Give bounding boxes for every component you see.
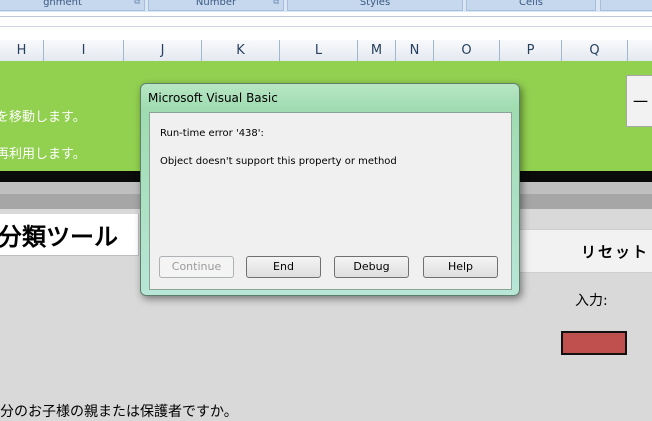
- ribbon-group-bar: gnment ⧉ Number ⧉ Styles Cells: [0, 0, 652, 12]
- vba-error-dialog: Microsoft Visual Basic Run-time error '4…: [140, 83, 520, 296]
- column-header-l[interactable]: L: [280, 40, 358, 61]
- debug-button[interactable]: Debug: [334, 256, 409, 278]
- continue-button: Continue: [159, 256, 234, 278]
- ribbon-group-cells[interactable]: Cells: [466, 0, 596, 11]
- dialog-body: Run-time error '438': Object doesn't sup…: [149, 112, 512, 290]
- dialog-title: Microsoft Visual Basic: [148, 91, 278, 105]
- dialog-launcher-icon[interactable]: ⧉: [134, 0, 140, 6]
- formula-bar-area: [0, 12, 652, 41]
- error-message-text: Object doesn't support this property or …: [160, 156, 397, 167]
- sheet-button-right[interactable]: 一: [626, 75, 652, 127]
- input-cell[interactable]: [561, 331, 627, 355]
- reset-button[interactable]: リセット: [519, 229, 652, 273]
- instruction-text-1: を移動します。: [0, 110, 86, 125]
- column-header-row: H I J K L M N O P Q: [0, 40, 652, 62]
- ribbon-group-styles[interactable]: Styles: [287, 0, 463, 11]
- ribbon-group-number[interactable]: Number ⧉: [148, 0, 284, 11]
- ribbon-group-label: Number: [195, 0, 237, 8]
- page-title: 分類ツール: [0, 223, 118, 251]
- dialog-launcher-icon[interactable]: ⧉: [273, 0, 279, 6]
- column-header-o[interactable]: O: [434, 40, 500, 61]
- column-header-j[interactable]: J: [124, 40, 202, 61]
- column-header-r[interactable]: [628, 40, 652, 61]
- question-text: 分のお子様の親または保護者ですか。: [0, 404, 238, 420]
- ribbon-group-label: Styles: [359, 0, 391, 8]
- reset-button-label: リセット: [581, 243, 650, 261]
- ribbon-group-editing[interactable]: [600, 0, 652, 11]
- ribbon-group-label: gnment: [43, 0, 82, 8]
- column-header-k[interactable]: K: [202, 40, 280, 61]
- column-header-q[interactable]: Q: [562, 40, 628, 61]
- divider: [0, 16, 652, 17]
- tool-title-cell: 分類ツール: [0, 214, 139, 256]
- column-header-n[interactable]: N: [396, 40, 434, 61]
- ribbon-group-alignment[interactable]: gnment ⧉: [0, 0, 145, 11]
- help-button[interactable]: Help: [423, 256, 498, 278]
- column-header-h[interactable]: H: [0, 40, 44, 61]
- end-button[interactable]: End: [246, 256, 321, 278]
- input-label: 入力:: [575, 293, 608, 309]
- divider: [0, 26, 652, 27]
- ribbon-group-label: Cells: [519, 0, 543, 8]
- column-header-i[interactable]: I: [44, 40, 124, 61]
- column-header-p[interactable]: P: [500, 40, 562, 61]
- error-code-text: Run-time error '438':: [160, 128, 264, 139]
- column-header-m[interactable]: M: [358, 40, 396, 61]
- instruction-text-2: 再利用します。: [0, 147, 86, 162]
